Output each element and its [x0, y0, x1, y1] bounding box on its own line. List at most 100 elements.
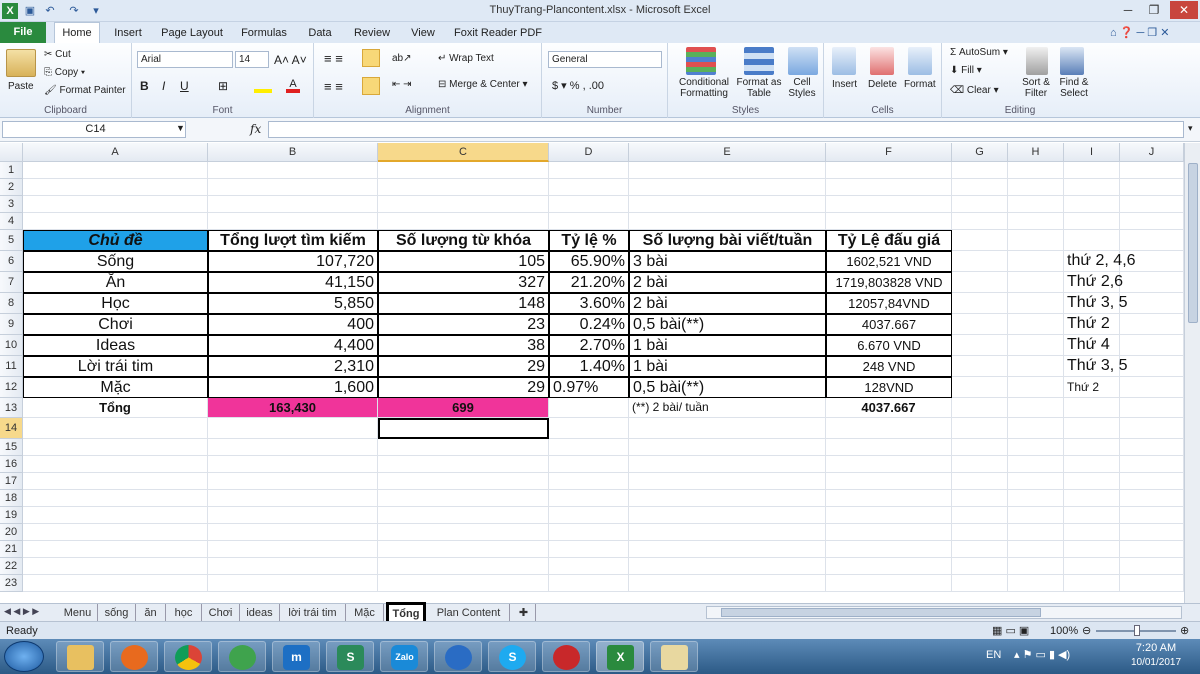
cell-e19[interactable]	[629, 507, 826, 524]
font-name-select[interactable]: Arial	[137, 51, 233, 68]
horizontal-scroll-thumb[interactable]	[721, 608, 1041, 617]
row-header-22[interactable]: 22	[0, 558, 23, 575]
cell-f21[interactable]	[826, 541, 952, 558]
expand-formula-icon[interactable]: ▾	[1188, 123, 1193, 134]
cell-j7[interactable]	[1120, 272, 1184, 293]
cell-d9[interactable]: 0.24%	[549, 314, 629, 335]
cell-c7[interactable]: 327	[378, 272, 549, 293]
row-header-15[interactable]: 15	[0, 439, 23, 456]
cell-a2[interactable]	[23, 179, 208, 196]
cell-a1[interactable]	[23, 162, 208, 179]
cell-c16[interactable]	[378, 456, 549, 473]
sort-filter-button[interactable]: Sort & Filter	[1018, 77, 1054, 99]
cell-e22[interactable]	[629, 558, 826, 575]
paste-button[interactable]: Paste	[8, 81, 34, 92]
row-header-18[interactable]: 18	[0, 490, 23, 507]
sheet-tab-ideas[interactable]: ideas	[240, 604, 280, 622]
worksheet-grid[interactable]: A B C D E F G H I J 1 2 3 4 5 6 7 8 9 10 11 12 13 14 1…	[0, 143, 1200, 603]
cell-e12[interactable]: 0,5 bài(**)	[629, 377, 826, 398]
cell-h2[interactable]	[1008, 179, 1064, 196]
cell-c9[interactable]: 23	[378, 314, 549, 335]
tray-icons[interactable]: ▴ ⚑ ▭ ▮ ◀)	[1014, 648, 1070, 661]
cell-g4[interactable]	[952, 213, 1008, 230]
cell-g18[interactable]	[952, 490, 1008, 507]
row-header-5[interactable]: 5	[0, 230, 23, 251]
tab-foxit[interactable]: Foxit Reader PDF	[450, 24, 546, 43]
cell-styles-button[interactable]: Cell Styles	[782, 77, 822, 99]
wrap-text-button[interactable]: ↵ Wrap Text	[438, 53, 494, 64]
row-header-3[interactable]: 3	[0, 196, 23, 213]
cell-e2[interactable]	[629, 179, 826, 196]
cell-a21[interactable]	[23, 541, 208, 558]
sheet-tab-menu[interactable]: Menu	[58, 604, 98, 622]
cell-f11[interactable]: 248 VND	[826, 356, 952, 377]
select-all-corner[interactable]	[0, 143, 23, 162]
cell-a11[interactable]: Lời trái tim	[23, 356, 208, 377]
tab-insert[interactable]: Insert	[108, 24, 148, 43]
fill-button[interactable]: ⬇ Fill ▾	[950, 65, 982, 76]
sheet-nav-icon[interactable]: ◀ ◀ ▶ ▶	[4, 606, 39, 617]
tab-file[interactable]: File	[0, 22, 46, 43]
cell-i13[interactable]	[1064, 398, 1120, 418]
cell-a17[interactable]	[23, 473, 208, 490]
cell-a13[interactable]: Tổng	[23, 398, 208, 418]
cell-e3[interactable]	[629, 196, 826, 213]
cell-f6[interactable]: 1602,521 VND	[826, 251, 952, 272]
tab-formulas[interactable]: Formulas	[236, 24, 292, 43]
cell-i8[interactable]: Thứ 3, 5	[1064, 293, 1128, 314]
paste-icon[interactable]	[6, 49, 36, 77]
tab-view[interactable]: View	[404, 24, 442, 43]
sheet-tab-choi[interactable]: Chơi	[202, 604, 240, 622]
cell-c5[interactable]: Số lượng từ khóa	[378, 230, 549, 251]
cell-d22[interactable]	[549, 558, 629, 575]
cell-b18[interactable]	[208, 490, 378, 507]
cell-b23[interactable]	[208, 575, 378, 592]
cell-b15[interactable]	[208, 439, 378, 456]
cell-a19[interactable]	[23, 507, 208, 524]
cell-j10[interactable]	[1120, 335, 1184, 356]
cell-d3[interactable]	[549, 196, 629, 213]
zoom-slider-thumb[interactable]	[1134, 625, 1140, 636]
cell-styles-icon[interactable]	[788, 47, 818, 75]
cell-f8[interactable]: 12057,84VND	[826, 293, 952, 314]
cell-f3[interactable]	[826, 196, 952, 213]
cell-j23[interactable]	[1120, 575, 1184, 592]
cell-i15[interactable]	[1064, 439, 1120, 456]
vertical-scroll-thumb[interactable]	[1188, 163, 1198, 323]
autosum-button[interactable]: Σ AutoSum ▾	[950, 47, 1008, 58]
cell-i19[interactable]	[1064, 507, 1120, 524]
grow-font-icon[interactable]: A˄ A˅	[274, 53, 307, 67]
insert-cells-icon[interactable]	[832, 47, 856, 75]
cell-d14[interactable]	[549, 418, 629, 439]
cell-h13[interactable]	[1008, 398, 1064, 418]
cell-d7[interactable]: 21.20%	[549, 272, 629, 293]
cell-f9[interactable]: 4037.667	[826, 314, 952, 335]
cell-e20[interactable]	[629, 524, 826, 541]
cell-h22[interactable]	[1008, 558, 1064, 575]
cell-i12[interactable]: Thứ 2	[1064, 377, 1120, 398]
cell-j16[interactable]	[1120, 456, 1184, 473]
cell-g10[interactable]	[952, 335, 1008, 356]
align-bottom-icon[interactable]	[362, 49, 380, 67]
cell-a23[interactable]	[23, 575, 208, 592]
maxthon-taskbar-icon[interactable]: m	[272, 641, 320, 672]
cell-d20[interactable]	[549, 524, 629, 541]
column-header-j[interactable]: J	[1120, 143, 1184, 162]
cell-j13[interactable]	[1120, 398, 1184, 418]
cell-d18[interactable]	[549, 490, 629, 507]
cell-b5[interactable]: Tổng lượt tìm kiếm	[208, 230, 378, 251]
slides-taskbar-icon[interactable]: S	[326, 641, 374, 672]
zoom-in-icon[interactable]: ⊕	[1180, 624, 1189, 637]
column-header-d[interactable]: D	[549, 143, 629, 162]
format-cells-button[interactable]: Format	[904, 79, 936, 90]
cell-c11[interactable]: 29	[378, 356, 549, 377]
cell-d23[interactable]	[549, 575, 629, 592]
cell-e5[interactable]: Số lượng bài viết/tuần	[629, 230, 826, 251]
cell-c3[interactable]	[378, 196, 549, 213]
cell-a3[interactable]	[23, 196, 208, 213]
cell-b10[interactable]: 4,400	[208, 335, 378, 356]
cell-h8[interactable]	[1008, 293, 1064, 314]
cell-f5[interactable]: Tỷ Lệ đấu giá	[826, 230, 952, 251]
row-header-4[interactable]: 4	[0, 213, 23, 230]
cell-d19[interactable]	[549, 507, 629, 524]
